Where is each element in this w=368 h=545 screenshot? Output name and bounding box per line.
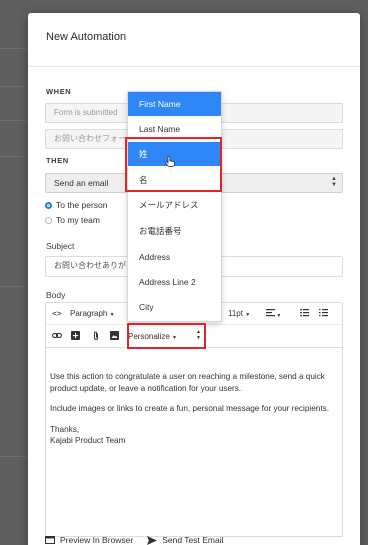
annotation-highlight-box — [125, 137, 222, 192]
numbered-list-button[interactable] — [319, 308, 328, 321]
radio-to-person-label: To the person — [56, 200, 108, 210]
background-line — [0, 156, 26, 157]
bulleted-list-button[interactable] — [300, 308, 309, 321]
menu-item-address-line-2[interactable]: Address Line 2 — [128, 270, 221, 294]
menu-item-city[interactable]: City — [128, 295, 221, 319]
paper-plane-icon — [147, 535, 158, 545]
numbered-list-icon — [319, 309, 328, 317]
modal-title: New Automation — [46, 31, 127, 43]
subject-label: Subject — [46, 241, 75, 251]
bulleted-list-icon — [300, 308, 309, 317]
body-paragraph: Include images or links to create a fun,… — [50, 404, 329, 413]
code-view-icon[interactable]: <> — [52, 308, 62, 320]
body-label: Body — [46, 290, 66, 300]
paperclip-icon — [94, 331, 98, 340]
align-left-icon — [266, 309, 275, 317]
radio-checked-icon — [45, 201, 52, 209]
then-label: THEN — [46, 156, 69, 165]
send-test-email-link[interactable]: Send Test Email — [147, 535, 223, 545]
image-icon — [110, 331, 119, 340]
font-size-dropdown[interactable]: 11pt ▼ — [228, 308, 250, 321]
email-body-text[interactable]: Use this action to congratulate a user o… — [50, 371, 340, 447]
menu-item-phone[interactable]: お電話番号 — [128, 219, 221, 243]
annotation-highlight-box — [127, 323, 206, 349]
background-line — [0, 86, 26, 87]
chevron-down-icon: ▼ — [245, 312, 251, 318]
preview-in-browser-link[interactable]: Preview In Browser — [45, 535, 133, 545]
plus-square-icon — [71, 331, 80, 340]
insert-block-button[interactable] — [71, 331, 80, 344]
chevron-down-icon: ▼ — [109, 312, 115, 318]
menu-item-address[interactable]: Address — [128, 245, 221, 269]
send-test-label: Send Test Email — [162, 535, 224, 545]
personalize-menu: First Name Last Name 姓 名 メールアドレス お電話番号 A… — [127, 91, 222, 322]
action-select-value: Send an email — [54, 178, 109, 188]
background-line — [0, 120, 26, 121]
when-label: WHEN — [46, 87, 72, 96]
paragraph-label: Paragraph — [70, 309, 108, 318]
body-paragraph: Thanks, — [50, 424, 80, 434]
radio-unchecked-icon — [45, 216, 52, 224]
select-arrows-icon: ▲ ▼ — [331, 176, 337, 188]
body-paragraph: Kajabi Product Team — [50, 436, 126, 445]
link-button[interactable] — [52, 331, 62, 344]
link-icon — [52, 333, 62, 338]
font-size-label: 11pt — [228, 309, 243, 318]
menu-item-first-name[interactable]: First Name — [128, 92, 221, 116]
radio-to-team-label: To my team — [56, 215, 100, 225]
background-line — [0, 286, 26, 287]
attachment-button[interactable] — [92, 331, 100, 345]
background-line — [0, 456, 26, 457]
browser-window-icon — [45, 536, 55, 544]
align-dropdown[interactable]: ▼ — [266, 308, 281, 322]
paragraph-dropdown[interactable]: Paragraph ▼ — [70, 308, 115, 321]
body-paragraph: Use this action to congratulate a user o… — [50, 372, 325, 393]
radio-to-team[interactable]: To my team — [45, 215, 100, 225]
menu-item-email[interactable]: メールアドレス — [128, 193, 221, 217]
modal-divider — [28, 66, 360, 67]
radio-to-person[interactable]: To the person — [45, 200, 108, 210]
background-line — [0, 48, 26, 49]
preview-label: Preview In Browser — [60, 535, 134, 545]
chevron-down-icon: ▼ — [275, 313, 282, 319]
insert-image-button[interactable] — [110, 331, 119, 344]
modal-footer: Preview In Browser Send Test Email — [45, 535, 223, 545]
